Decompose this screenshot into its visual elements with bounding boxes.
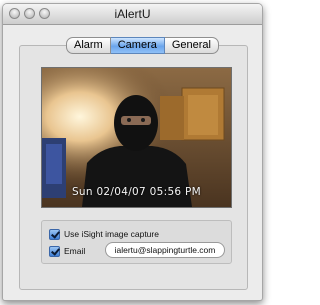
isight-capture-checkbox[interactable] <box>49 228 60 240</box>
isight-capture-row: Use iSight image capture <box>49 227 159 241</box>
email-label: Email <box>64 246 86 256</box>
email-field[interactable]: ialertu@slappingturtle.com <box>105 242 225 258</box>
tab-bar: Alarm Camera General <box>66 37 219 54</box>
capture-timestamp: Sun 02/04/07 05:56 PM <box>71 186 202 198</box>
email-row: Email <box>49 244 85 258</box>
title-bar[interactable]: iAlertU <box>3 4 262 25</box>
camera-panel: Sun 02/04/07 05:56 PM Use iSight image c… <box>19 45 248 290</box>
tab-general[interactable]: General <box>164 37 219 54</box>
app-window: iAlertU Alarm Camera General Sun 02/04/0… <box>2 3 263 301</box>
camera-preview: Sun 02/04/07 05:56 PM <box>41 67 232 208</box>
capture-options-box: Use iSight image capture Email ialertu@s… <box>41 220 232 264</box>
email-checkbox[interactable] <box>49 245 60 257</box>
window-title: iAlertU <box>114 7 151 21</box>
tab-camera[interactable]: Camera <box>110 37 165 54</box>
isight-capture-label: Use iSight image capture <box>64 229 159 239</box>
tab-alarm[interactable]: Alarm <box>66 37 111 54</box>
